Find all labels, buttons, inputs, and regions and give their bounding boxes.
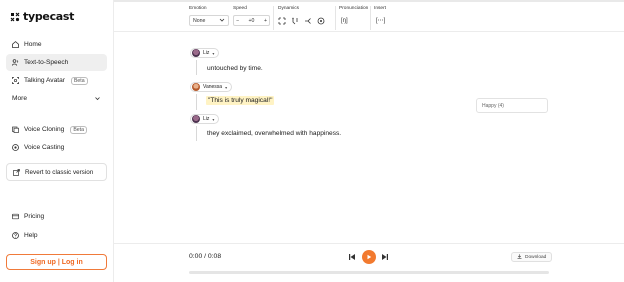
download-label: Download xyxy=(525,254,547,260)
home-icon xyxy=(12,41,19,48)
dynamics-label: Dynamics xyxy=(278,6,300,11)
block-connector xyxy=(196,126,197,141)
speaker-name: Vanessa xyxy=(203,84,223,90)
toolbar-divider xyxy=(335,6,336,30)
pause-insert-icon[interactable] xyxy=(278,15,286,26)
chevron-down-icon xyxy=(219,17,225,25)
sidebar-item-label: Voice Casting xyxy=(24,144,65,151)
sidebar-item-voice-casting[interactable]: Voice Casting xyxy=(6,139,107,156)
toolbar-divider xyxy=(370,6,371,30)
sidebar: typecast Home Text-to-Speech Talking Ava… xyxy=(0,0,114,282)
script-line[interactable]: "This is truly magical!" xyxy=(206,96,275,105)
sidebar-item-voice-cloning[interactable]: Voice Cloning Beta xyxy=(6,121,107,138)
pronunciation-group: Pronunciation [ŋ] xyxy=(339,6,368,26)
typecast-logo[interactable]: typecast xyxy=(10,10,74,23)
emotion-tag[interactable]: Happy (4) xyxy=(476,98,548,113)
sidebar-item-label: Help xyxy=(24,232,38,239)
speed-group: Speed − +0 + xyxy=(233,6,270,26)
chevron-down-icon: ▾ xyxy=(212,116,215,122)
help-icon xyxy=(12,232,19,239)
skip-back-icon[interactable] xyxy=(347,252,357,262)
typecast-logo-icon xyxy=(10,12,20,22)
sidebar-item-text-to-speech[interactable]: Text-to-Speech xyxy=(6,54,107,71)
sidebar-item-label: Text-to-Speech xyxy=(24,59,69,66)
signup-login-button[interactable]: Sign up | Log in xyxy=(6,254,107,270)
insert-button[interactable]: [⋯] xyxy=(374,15,386,26)
speaker-selector[interactable]: Liz ▾ xyxy=(190,48,220,58)
sidebar-item-more[interactable]: More xyxy=(6,90,107,107)
brand-name: typecast xyxy=(23,10,75,23)
voice-cloning-icon xyxy=(12,126,19,133)
audio-player: 0:00 / 0:08 Download xyxy=(114,243,624,282)
speed-value[interactable]: +0 xyxy=(249,18,255,24)
sidebar-item-label: Voice Cloning xyxy=(24,126,65,133)
play-button[interactable] xyxy=(362,250,376,264)
speed-dial-icon[interactable] xyxy=(317,15,325,26)
emotion-select[interactable]: None xyxy=(189,15,229,26)
revert-label: Revert to classic version xyxy=(25,168,94,176)
sidebar-item-home[interactable]: Home xyxy=(6,36,107,53)
beta-badge: Beta xyxy=(70,76,88,85)
playback-time: 0:00 / 0:08 xyxy=(189,253,222,260)
sidebar-item-label: Talking Avatar xyxy=(24,77,65,84)
emotion-label: Emotion xyxy=(189,6,207,11)
avatar xyxy=(192,115,200,123)
sidebar-item-label: More xyxy=(12,95,28,102)
avatar-icon xyxy=(12,77,19,84)
sidebar-item-label: Pricing xyxy=(24,213,45,220)
intonation-icon[interactable] xyxy=(291,15,299,26)
speaker-name: Liz xyxy=(203,116,210,122)
download-button[interactable]: Download xyxy=(511,252,553,262)
block-connector xyxy=(196,94,197,110)
insert-label: Insert xyxy=(374,6,386,11)
sidebar-item-talking-avatar[interactable]: Talking Avatar Beta xyxy=(6,72,107,89)
emotion-value: None xyxy=(193,17,206,24)
speed-decrease-button[interactable]: − xyxy=(236,18,239,24)
avatar xyxy=(192,49,200,57)
chevron-down-icon xyxy=(94,95,101,102)
pitch-icon[interactable] xyxy=(304,15,312,26)
chevron-down-icon: ▾ xyxy=(212,50,215,56)
pronunciation-label: Pronunciation xyxy=(339,6,369,11)
insert-group: Insert [⋯] xyxy=(374,6,386,26)
speaker-name: Liz xyxy=(203,50,210,56)
external-link-icon xyxy=(13,168,20,176)
block-connector xyxy=(196,60,197,75)
sidebar-item-label: Home xyxy=(24,41,42,48)
speed-stepper: − +0 + xyxy=(233,15,270,26)
chevron-down-icon: ▾ xyxy=(225,84,228,90)
revert-classic-button[interactable]: Revert to classic version xyxy=(6,163,107,181)
speaker-selector[interactable]: Vanessa ▾ xyxy=(190,82,233,92)
dynamics-group: Dynamics xyxy=(278,6,325,26)
skip-forward-icon[interactable] xyxy=(380,252,390,262)
sidebar-item-help[interactable]: Help xyxy=(6,227,107,244)
voice-casting-icon xyxy=(12,144,19,151)
editor-toolbar: Emotion None Speed − +0 + Dynamics Pronu… xyxy=(114,0,624,32)
toolbar-divider xyxy=(273,6,274,30)
speaker-selector[interactable]: Liz ▾ xyxy=(190,114,220,124)
speed-increase-button[interactable]: + xyxy=(264,18,267,24)
script-line[interactable]: they exclaimed, overwhelmed with happine… xyxy=(207,130,341,137)
beta-badge: Beta xyxy=(70,125,87,134)
download-icon xyxy=(517,253,522,261)
emotion-group: Emotion None xyxy=(189,6,229,26)
avatar xyxy=(192,83,200,91)
sidebar-item-pricing[interactable]: Pricing xyxy=(6,208,107,225)
pricing-icon xyxy=(12,213,19,220)
dynamics-buttons xyxy=(278,15,325,26)
text-to-speech-icon xyxy=(11,59,19,66)
pronunciation-button[interactable]: [ŋ] xyxy=(339,15,368,26)
speed-label: Speed xyxy=(233,6,247,11)
play-icon xyxy=(367,254,372,260)
playback-progress-bar[interactable] xyxy=(189,271,549,274)
emotion-highlight[interactable]: "This is truly magical!" xyxy=(206,96,275,105)
script-line[interactable]: untouched by time. xyxy=(207,65,263,72)
